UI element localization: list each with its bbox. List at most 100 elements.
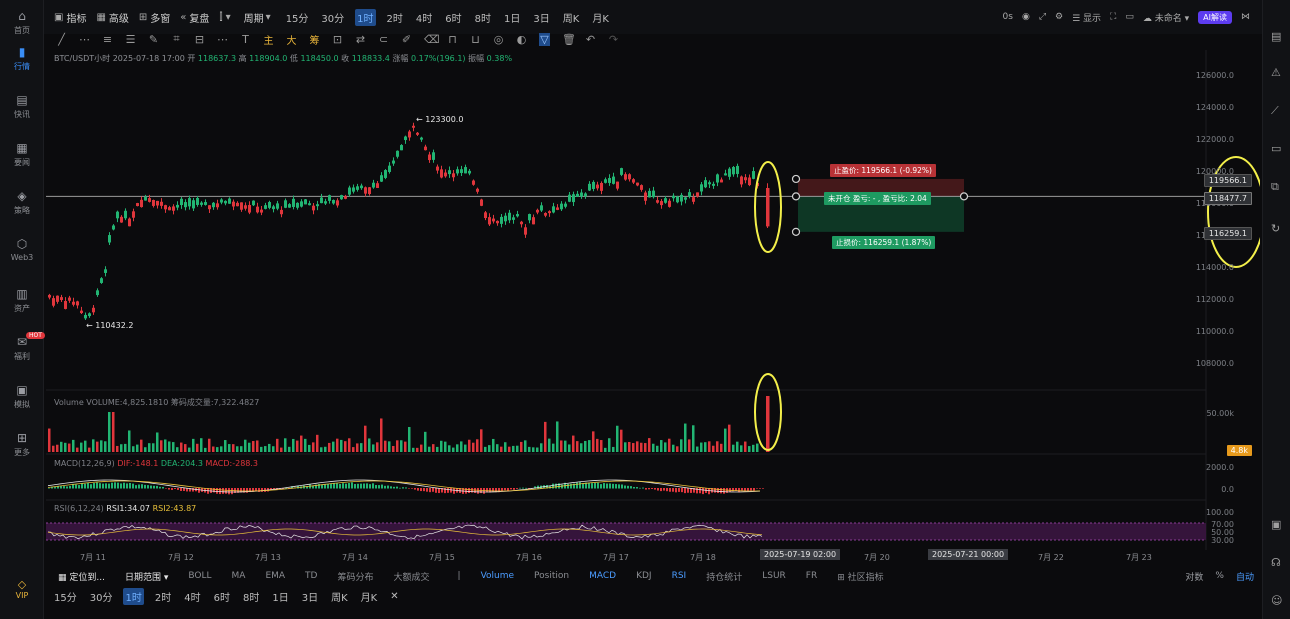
interval-1d[interactable]: 1日 (270, 588, 290, 605)
tab-ma[interactable]: MA (232, 571, 246, 581)
locate-button[interactable]: ▦ 定位到... (58, 570, 105, 583)
copy-icon[interactable]: ⧉ (1271, 180, 1279, 194)
indicators-button[interactable]: ▣ 指标 (54, 10, 86, 25)
pencil-icon[interactable]: ✐ (401, 33, 412, 46)
text-tool-icon[interactable]: T (240, 33, 251, 46)
interval-2h[interactable]: 2时 (153, 588, 173, 605)
trend-icon[interactable]: ⟋ (1271, 104, 1279, 118)
fullscreen-icon[interactable]: ⤢ (1039, 12, 1046, 22)
interval-1d[interactable]: 1日 (502, 9, 522, 26)
interval-week[interactable]: 周K (561, 9, 582, 26)
vip-button[interactable]: ◇ VIP (0, 578, 44, 600)
layout-name-dropdown[interactable]: ☁ 未命名 ▾ (1143, 11, 1189, 24)
interval-6h[interactable]: 6时 (443, 9, 463, 26)
share-icon[interactable]: ⋈ (1241, 12, 1250, 22)
brush-icon[interactable]: ✎ (148, 33, 159, 46)
replay-button[interactable]: «复盘 (180, 10, 209, 25)
percent-scale-toggle[interactable]: % (1215, 571, 1224, 581)
interval-30m[interactable]: 30分 (319, 9, 346, 26)
tab-kdj[interactable]: KDJ (636, 571, 652, 581)
sidebar-item-simulate[interactable]: ▣ 模拟 (0, 384, 44, 410)
multi-window-button[interactable]: ⊞ 多窗 (139, 10, 170, 25)
tab-position[interactable]: Position (534, 571, 569, 581)
tab-volume[interactable]: Volume (481, 571, 514, 581)
layout-icon[interactable]: ▭ (1125, 12, 1134, 22)
horizontal-ray-icon[interactable]: ⋯ (79, 33, 90, 46)
kline-chart[interactable] (46, 50, 1260, 550)
sidebar-item-more[interactable]: ⊞ 更多 (0, 432, 44, 458)
interval-15m[interactable]: 15分 (284, 9, 311, 26)
sidebar-item-news[interactable]: ▦ 要闻 (0, 142, 44, 168)
orderbook-icon[interactable]: ▤ (1271, 30, 1281, 43)
auto-scale-toggle[interactable]: 自动 (1236, 570, 1254, 583)
interval-15m[interactable]: 15分 (52, 588, 79, 605)
lock2-icon[interactable]: ⊔ (470, 33, 481, 46)
tab-td[interactable]: TD (305, 571, 317, 581)
trend-line-icon[interactable]: ╱ (56, 33, 67, 46)
expand-icon[interactable]: ⛶ (1110, 12, 1116, 22)
palette-icon[interactable]: ◐ (516, 33, 527, 46)
position-status-label[interactable]: 未开仓 盈亏: - , 盈亏比: 2.04 (824, 192, 931, 205)
tab-lsur[interactable]: LSUR (762, 571, 786, 581)
interval-3d[interactable]: 3日 (300, 588, 320, 605)
tab-chip-distribution[interactable]: 筹码分布 (337, 570, 373, 583)
robot-icon[interactable]: ☺ (1271, 594, 1282, 607)
tab-fr[interactable]: FR (806, 571, 817, 581)
sidebar-item-market[interactable]: ▮ 行情 (0, 46, 44, 72)
screenshot-icon[interactable]: ⊡ (332, 33, 343, 46)
interval-6h[interactable]: 6时 (212, 588, 232, 605)
pattern-icon[interactable]: ⌗ (171, 32, 182, 46)
parallel-lines-icon[interactable]: ≡ (102, 33, 113, 46)
tab-macd[interactable]: MACD (589, 571, 616, 581)
tab-boll[interactable]: BOLL (188, 571, 211, 581)
interval-week[interactable]: 周K (329, 588, 350, 605)
tab-position-stats[interactable]: 持仓统计 (706, 570, 742, 583)
tab-community[interactable]: ⊞ 社区指标 (837, 570, 883, 583)
period-dropdown[interactable]: 周期 ▾ (244, 10, 274, 25)
sidebar-item-home[interactable]: ⌂ 首页 (0, 10, 44, 36)
interval-3d[interactable]: 3日 (531, 9, 551, 26)
undo-icon[interactable]: ↶ (585, 33, 596, 46)
compare-icon[interactable]: ⇄ (355, 33, 366, 46)
eraser-icon[interactable]: ⌫ (424, 33, 440, 46)
eye-icon[interactable]: ◎ (493, 33, 504, 46)
advanced-button[interactable]: ▦ 高级 (96, 10, 128, 25)
chart-type-button[interactable]: ⫿ ▾ (219, 12, 233, 23)
panel-icon[interactable]: ▣ (1271, 518, 1281, 531)
chart-area[interactable]: BTC/USDT小时 2025-07-18 17:00 开 118637.3 高… (46, 50, 1260, 562)
close-icon[interactable]: ✕ (388, 590, 400, 603)
interval-2h[interactable]: 2时 (385, 9, 405, 26)
filter-icon[interactable]: ▽ (539, 32, 550, 46)
settings-icon[interactable]: ⚙ (1055, 12, 1063, 22)
interval-1h[interactable]: 1时 (123, 587, 144, 605)
camera-icon[interactable]: ◉ (1022, 12, 1030, 22)
interval-1h[interactable]: 1时 (355, 8, 376, 26)
tab-ema[interactable]: EMA (265, 571, 285, 581)
interval-month[interactable]: 月K (590, 9, 611, 26)
take-profit-label[interactable]: 止盈价: 119566.1 (-0.92%) (830, 164, 936, 177)
log-scale-toggle[interactable]: 对数 (1185, 570, 1203, 583)
big-tool[interactable]: 大 (286, 32, 297, 47)
ai-button[interactable]: AI解读 (1198, 10, 1232, 24)
redo-icon[interactable]: ↷ (608, 33, 619, 46)
sidebar-item-web3[interactable]: ⬡ Web3 (0, 238, 44, 263)
sidebar-item-assets[interactable]: ▥ 资产 (0, 288, 44, 314)
refresh-icon[interactable]: ↻ (1271, 222, 1280, 235)
interval-30m[interactable]: 30分 (88, 588, 115, 605)
more-tools-icon[interactable]: ⋯ (217, 33, 228, 46)
fib-icon[interactable]: ☰ (125, 33, 136, 46)
message-icon[interactable]: ▭ (1271, 142, 1281, 155)
sidebar-item-flash[interactable]: ▤ 快讯 (0, 94, 44, 120)
interval-8h[interactable]: 8时 (473, 9, 493, 26)
chip-tool[interactable]: 筹 (309, 32, 320, 47)
interval-8h[interactable]: 8时 (241, 588, 261, 605)
interval-4h[interactable]: 4时 (414, 9, 434, 26)
sidebar-item-strategy[interactable]: ◈ 策略 (0, 190, 44, 216)
measure-icon[interactable]: ⊟ (194, 33, 205, 46)
stop-loss-label[interactable]: 止损价: 116259.1 (1.87%) (832, 236, 936, 249)
tab-rsi[interactable]: RSI (672, 571, 687, 581)
alert-icon[interactable]: ⚠ (1271, 66, 1281, 79)
sidebar-item-welfare[interactable]: ✉ 福利 HOT (0, 332, 45, 362)
display-button[interactable]: ☰ 显示 (1072, 11, 1101, 24)
headset-icon[interactable]: ☊ (1271, 556, 1281, 569)
